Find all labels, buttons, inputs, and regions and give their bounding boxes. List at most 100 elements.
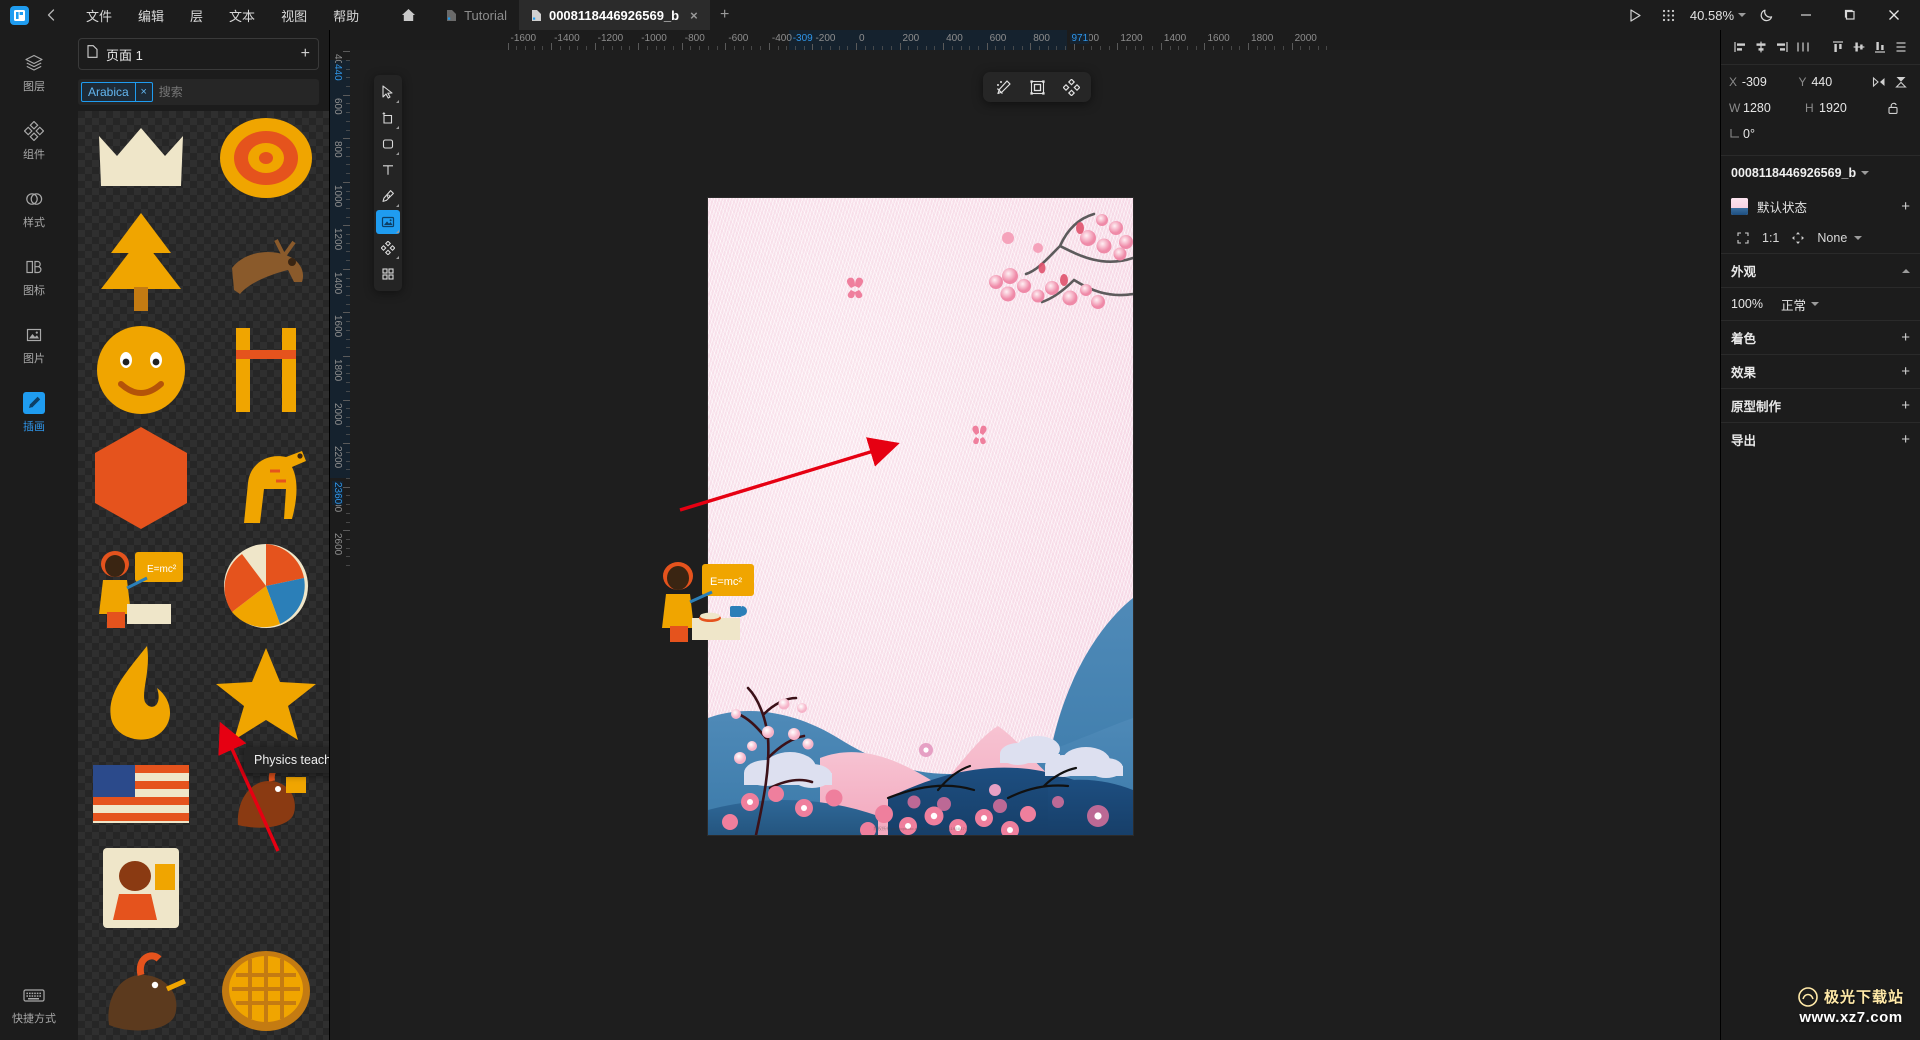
back-chevron-icon[interactable] (39, 0, 63, 30)
new-tab-button[interactable]: + (710, 0, 740, 30)
chevron-down-icon[interactable] (1861, 170, 1870, 175)
vertical-ruler[interactable]: 4006008001000120014001600180020002200240… (330, 50, 350, 1040)
default-state-row[interactable]: 默认状态 + (1721, 189, 1920, 223)
h-field[interactable]: 1920 (1819, 101, 1881, 115)
illustration-item-hexagon[interactable] (78, 421, 204, 536)
flip-vertical-icon[interactable] (1890, 71, 1912, 93)
align-right-icon[interactable] (1771, 35, 1792, 59)
tint-section-header[interactable]: 着色 + (1721, 320, 1920, 354)
menu-help[interactable]: 帮助 (320, 0, 372, 30)
search-input[interactable] (158, 85, 316, 99)
illustration-item-reindeer[interactable] (204, 204, 330, 319)
menu-layer[interactable]: 层 (177, 0, 216, 30)
crop-image-button[interactable] (1023, 75, 1051, 99)
add-prototype-button[interactable]: + (1901, 398, 1910, 413)
illustration-item-gates[interactable] (204, 319, 330, 420)
app-logo-icon[interactable] (10, 5, 29, 25)
filter-chip-arabica[interactable]: Arabica × (81, 82, 153, 102)
align-left-icon[interactable] (1729, 35, 1750, 59)
rotation-field[interactable]: 0° (1743, 127, 1805, 141)
search-bar[interactable]: Arabica × (78, 79, 319, 105)
appearance-section-header[interactable]: 外观 (1721, 253, 1920, 287)
home-icon[interactable] (388, 8, 428, 22)
illustration-item-pie[interactable] (204, 939, 330, 1040)
plugin-tool[interactable] (376, 262, 400, 286)
menu-text[interactable]: 文本 (216, 0, 268, 30)
frame-tool[interactable] (376, 106, 400, 130)
image-tool[interactable] (376, 210, 400, 234)
canvas-viewport[interactable]: 版权所有 photophoto.cn ID:20180521181958474 … (350, 50, 1720, 1040)
zoom-level-dropdown[interactable]: 40.58% (1686, 8, 1750, 23)
blend-mode-dropdown[interactable]: 正常 (1781, 295, 1819, 314)
illustration-item-giraffe[interactable] (204, 421, 330, 536)
chevron-up-icon[interactable] (1902, 268, 1910, 273)
layer-name-row[interactable]: 0008118446926569_b (1721, 155, 1920, 189)
prototype-section-header[interactable]: 原型制作 + (1721, 388, 1920, 422)
chevron-down-icon[interactable] (1854, 236, 1863, 240)
tab-tutorial[interactable]: Tutorial (434, 0, 519, 30)
distribute-horizontal-icon[interactable] (1792, 35, 1813, 59)
moon-icon[interactable] (1750, 0, 1784, 30)
minimize-button[interactable] (1784, 0, 1828, 30)
x-field[interactable]: -309 (1742, 75, 1799, 89)
align-horizontal-center-icon[interactable] (1750, 35, 1771, 59)
constraint-icon[interactable] (1786, 227, 1810, 249)
illustration-item-crown[interactable] (78, 111, 204, 204)
canvas-illustration-physics-teacher[interactable]: E=mc² (650, 550, 766, 650)
sidebar-item-illustration[interactable]: 插画 (3, 384, 65, 440)
add-effect-button[interactable]: + (1901, 364, 1910, 379)
horizontal-ruler[interactable]: -1600 -1400 -1200 -1000 -800 -600 -400 -200 0 200… (350, 30, 1720, 50)
sidebar-item-layers[interactable]: 图层 (3, 44, 65, 100)
close-icon[interactable]: × (134, 83, 152, 101)
add-page-button[interactable]: + (301, 46, 310, 62)
illustration-item-pine-tree[interactable] (78, 204, 204, 319)
illustration-item-rooster[interactable] (78, 939, 204, 1040)
tab-0008118446926569-b[interactable]: 0008118446926569_b × (518, 0, 710, 30)
w-field[interactable]: 1280 (1743, 101, 1805, 115)
illustration-item-person-reading[interactable] (78, 838, 204, 939)
illustration-item-physics-teacher[interactable]: E=mc² (78, 536, 204, 637)
illustration-item-flame[interactable] (78, 637, 204, 752)
sidebar-item-shortcuts[interactable]: 快捷方式 (0, 988, 68, 1026)
illustration-item-smiley-face[interactable] (78, 319, 204, 420)
play-icon[interactable] (1618, 0, 1652, 30)
menu-view[interactable]: 视图 (268, 0, 320, 30)
opacity-value[interactable]: 100% (1731, 297, 1763, 311)
unlock-ratio-icon[interactable] (1881, 97, 1905, 119)
align-top-icon[interactable] (1827, 35, 1848, 59)
image-ratio-value[interactable]: 1:1 (1762, 231, 1779, 245)
export-section-header[interactable]: 导出 + (1721, 422, 1920, 456)
sidebar-item-components[interactable]: 组件 (3, 112, 65, 168)
add-state-button[interactable]: + (1901, 199, 1910, 214)
sidebar-item-styles[interactable]: 样式 (3, 180, 65, 236)
menu-file[interactable]: 文件 (73, 0, 125, 30)
illustration-item-target[interactable] (204, 111, 330, 204)
sidebar-item-images[interactable]: 图片 (3, 316, 65, 372)
illustration-item-beach-ball[interactable] (204, 536, 330, 637)
close-icon[interactable]: × (690, 8, 698, 23)
distribute-vertical-icon[interactable] (1890, 35, 1911, 59)
pen-tool[interactable] (376, 184, 400, 208)
component-button[interactable] (1057, 75, 1085, 99)
maximize-button[interactable] (1828, 0, 1872, 30)
effects-section-header[interactable]: 效果 + (1721, 354, 1920, 388)
shape-tool[interactable] (376, 132, 400, 156)
illustration-item-usa-flag[interactable] (78, 752, 204, 837)
flip-horizontal-icon[interactable] (1868, 71, 1890, 93)
fit-icon[interactable] (1731, 227, 1755, 249)
y-field[interactable]: 440 (1811, 75, 1868, 89)
close-button[interactable] (1872, 0, 1916, 30)
menu-edit[interactable]: 编辑 (125, 0, 177, 30)
sidebar-item-icons[interactable]: 图标 (3, 248, 65, 304)
artboard-0008118446926569-b[interactable]: 版权所有 photophoto.cn ID:20180521181958474 (708, 198, 1133, 835)
cursor-tool[interactable] (376, 80, 400, 104)
component-tool[interactable] (376, 236, 400, 260)
grid-apps-icon[interactable] (1652, 0, 1686, 30)
constraint-value[interactable]: None (1817, 231, 1847, 245)
align-vertical-center-icon[interactable] (1848, 35, 1869, 59)
align-bottom-icon[interactable] (1869, 35, 1890, 59)
add-tint-button[interactable]: + (1901, 330, 1910, 345)
add-export-button[interactable]: + (1901, 432, 1910, 447)
illustration-item-star[interactable] (204, 637, 330, 752)
page-selector[interactable]: 页面 1 + (78, 38, 319, 70)
